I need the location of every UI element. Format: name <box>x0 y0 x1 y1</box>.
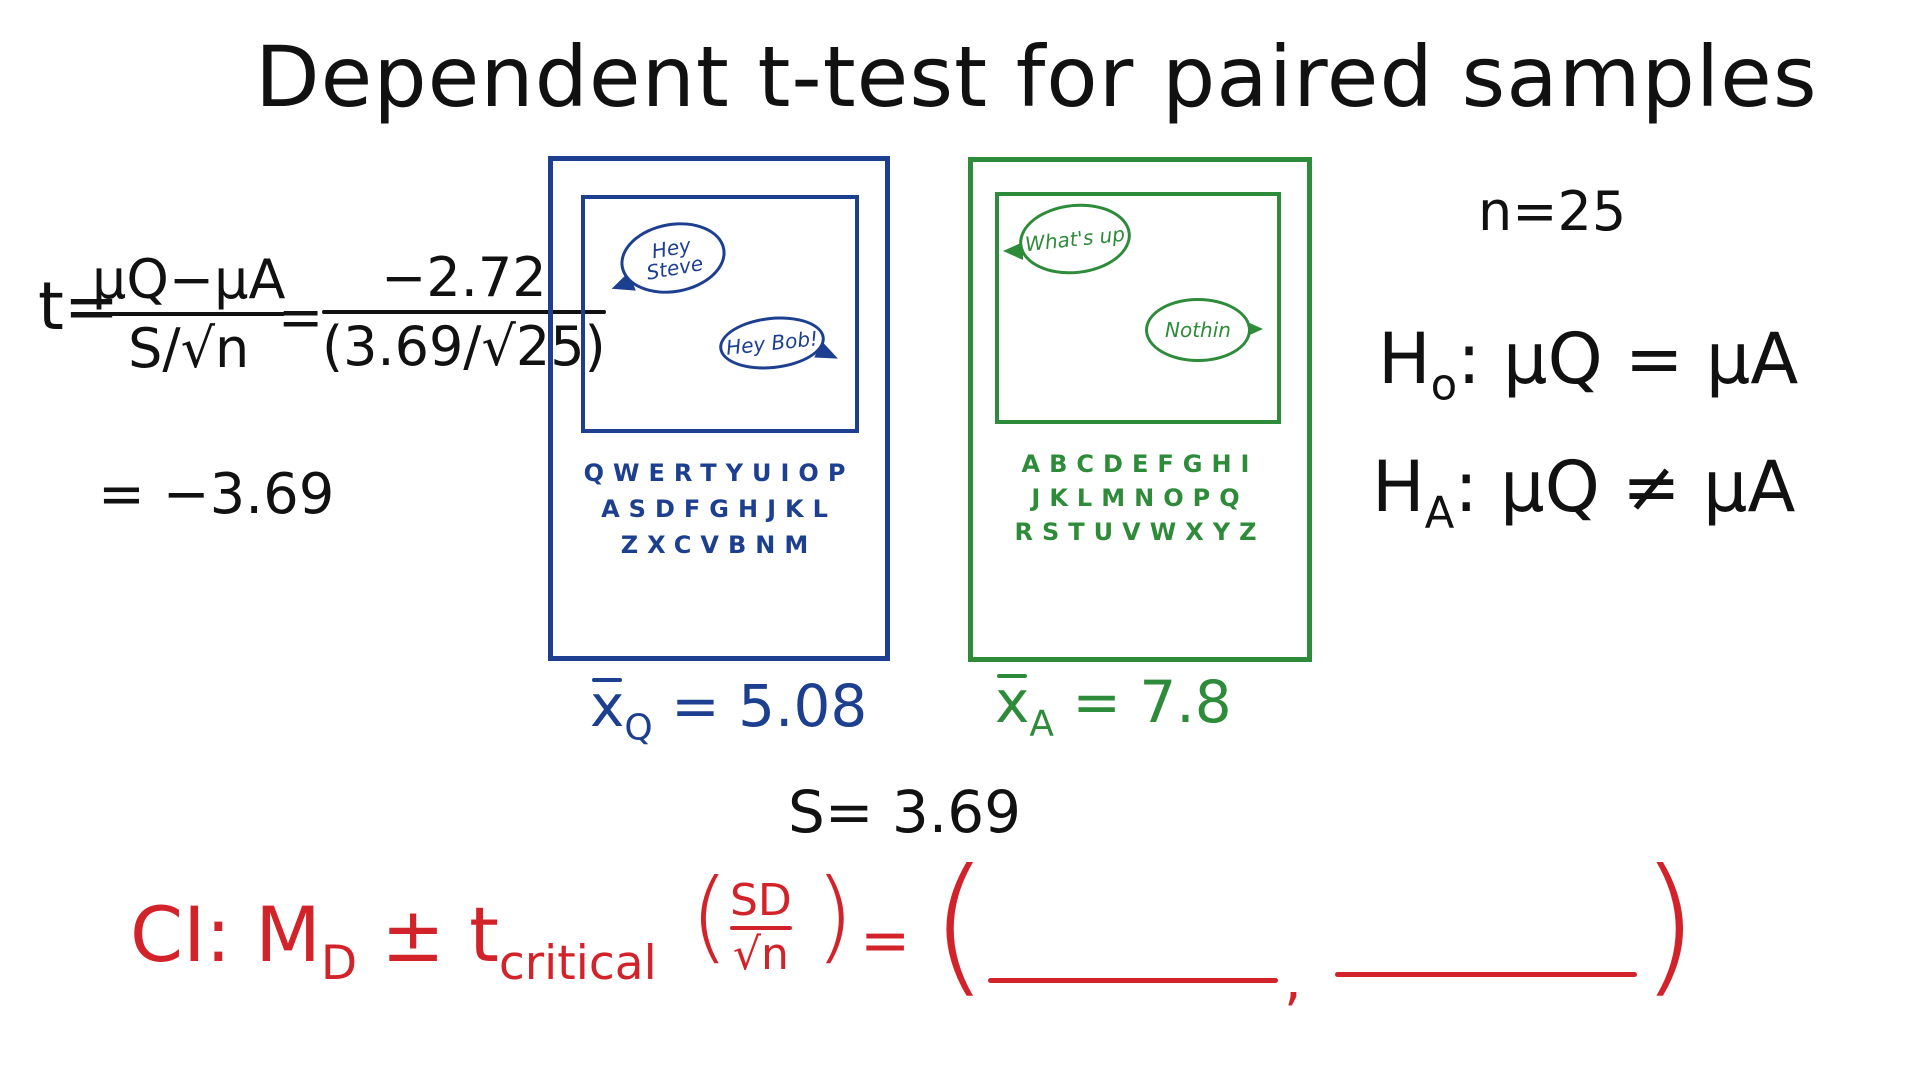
phone-screen: What's up Nothin <box>995 192 1281 424</box>
ci-fraction-numerator: SD <box>730 875 792 926</box>
t-formula-numerator: μQ−μA <box>92 248 286 311</box>
keyboard-row-3: RSTUVWXYZ <box>1014 518 1266 546</box>
h0-subscript: o <box>1430 360 1458 411</box>
ci-upper-bound-blank[interactable] <box>1335 972 1637 977</box>
ci-lower-bound-blank[interactable] <box>988 978 1278 983</box>
mean-q: xQ = 5.08 <box>590 672 867 749</box>
speech-bubble-nothin: Nothin <box>1145 298 1251 362</box>
speech-bubble-hey-bob: Hey Bob! <box>716 311 828 375</box>
keyboard-row-3: ZXCVBNM <box>620 531 818 559</box>
x-bar-symbol: x <box>590 672 625 740</box>
confidence-interval-label: CI: MD ± tcritical <box>130 890 657 991</box>
ha-expression: : μQ ≠ μA <box>1454 446 1796 528</box>
page-title: Dependent t-test for paired samples <box>255 28 1818 126</box>
close-paren: ) <box>815 857 855 974</box>
mean-q-subscript: Q <box>624 707 653 749</box>
ha-letter: H <box>1372 446 1425 528</box>
ci-plus-minus-t: ± t <box>357 890 499 979</box>
t-value-numerator: −2.72 <box>381 246 547 309</box>
ci-comma: , <box>1284 948 1302 1013</box>
t-formula-denominator: S/√n <box>128 317 250 380</box>
sample-size: n=25 <box>1478 180 1627 243</box>
speech-bubble-whats-up: What's up <box>1015 198 1135 280</box>
alphabetical-phone-illustration: What's up Nothin ABCDEFGHI JKLMNOPQ RSTU… <box>968 157 1312 662</box>
mean-a: xA = 7.8 <box>995 668 1232 745</box>
ci-standard-error-fraction: SD √n <box>730 876 792 980</box>
keyboard-row-2: JKLMNOPQ <box>1031 484 1249 512</box>
ci-prefix: CI: M <box>130 890 321 979</box>
keyboard-row-1: ABCDEFGHI <box>1021 450 1259 478</box>
ci-mean-subscript: D <box>320 935 358 991</box>
standard-deviation: S= 3.69 <box>788 778 1021 846</box>
ci-t-subscript: critical <box>498 935 657 991</box>
alternative-hypothesis: HA: μQ ≠ μA <box>1372 446 1795 538</box>
ha-subscript: A <box>1424 488 1455 539</box>
equals-sign: = <box>860 906 911 976</box>
close-paren: ) <box>1640 838 1699 1012</box>
null-hypothesis: Ho: μQ = μA <box>1378 318 1798 410</box>
h0-expression: : μQ = μA <box>1457 318 1799 400</box>
phone-screen: Hey Steve Hey Bob! <box>581 195 859 433</box>
qwerty-phone-illustration: Hey Steve Hey Bob! QWERTYUIOP ASDFGHJKL … <box>548 156 890 661</box>
equals-sign: = <box>278 286 324 349</box>
t-formula-fraction: μQ−μA S/√n <box>92 248 286 382</box>
h0-letter: H <box>1378 318 1431 400</box>
mean-a-subscript: A <box>1029 703 1054 745</box>
keyboard-row-1: QWERTYUIOP <box>583 459 855 487</box>
keyboard-row-2: ASDFGHJKL <box>601 495 837 523</box>
open-paren: ( <box>690 857 730 974</box>
mean-q-value: = 5.08 <box>671 672 868 740</box>
mean-a-value: = 7.8 <box>1072 668 1232 736</box>
t-result: = −3.69 <box>98 462 335 527</box>
open-paren: ( <box>930 838 989 1012</box>
ci-fraction-denominator: √n <box>732 929 789 980</box>
x-bar-symbol: x <box>995 668 1030 736</box>
